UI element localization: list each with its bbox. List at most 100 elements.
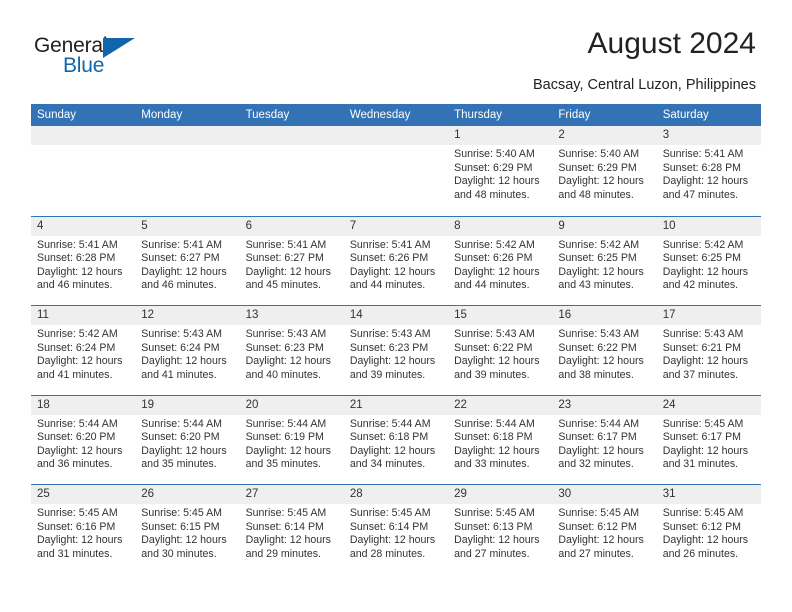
calendar-day-number: 13: [239, 306, 344, 325]
calendar-day-info: Sunrise: 5:44 AM Sunset: 6:17 PM Daylight:…: [552, 415, 656, 472]
calendar-day-info: Sunrise: 5:43 AM Sunset: 6:22 PM Daylight:…: [552, 325, 656, 382]
page-header: General Blue August 2024 Bacsay, Central…: [0, 0, 792, 100]
calendar-day-sunset-line: Sunset: 6:28 PM: [662, 161, 742, 174]
calendar-day-cell[interactable]: 19 Sunrise: 5:44 AM Sunset: 6:20 PM Dayligh…: [135, 395, 240, 485]
calendar-day-sunrise-line: Sunrise: 5:43 AM: [349, 328, 431, 340]
calendar-day-cell[interactable]: 20 Sunrise: 5:44 AM Sunset: 6:19 PM Dayligh…: [239, 395, 344, 485]
calendar-day-sunrise-line: Sunrise: 5:44 AM: [349, 417, 431, 430]
calendar-day-cell[interactable]: 14 Sunrise: 5:43 AM Sunset: 6:23 PM Dayligh…: [343, 306, 449, 395]
calendar-day-sunset-line: Sunset: 6:15 PM: [141, 520, 220, 533]
calendar-day-cell[interactable]: 15 Sunrise: 5:43 AM Sunset: 6:22 PM Dayligh…: [448, 306, 553, 395]
calendar-day-daylight-line: and 27 minutes.: [558, 547, 634, 560]
calendar-day-daylight-line: Daylight: 12 hours: [349, 355, 436, 368]
calendar-day-daylight-line: Daylight: 12 hours: [245, 444, 331, 457]
calendar-day-number: [343, 126, 449, 145]
calendar-day-sunrise-line: Sunrise: 5:42 AM: [558, 238, 640, 251]
calendar-day-number: 2: [552, 126, 657, 145]
calendar-day-daylight-line: and 41 minutes.: [141, 368, 217, 381]
calendar-day-cell[interactable]: 11 Sunrise: 5:42 AM Sunset: 6:24 PM Dayligh…: [31, 306, 136, 395]
calendar-day-daylight-line: Daylight: 12 hours: [349, 444, 436, 457]
calendar-day-daylight-line: and 35 minutes.: [245, 458, 321, 471]
calendar-day-info: Sunrise: 5:42 AM Sunset: 6:25 PM Daylight:…: [657, 236, 761, 293]
calendar-day-info: Sunrise: 5:41 AM Sunset: 6:27 PM Daylight:…: [135, 236, 239, 293]
calendar-day-daylight-line: and 28 minutes.: [349, 547, 426, 560]
calendar-day-cell[interactable]: 23 Sunrise: 5:44 AM Sunset: 6:17 PM Dayligh…: [552, 395, 657, 485]
calendar-day-daylight-line: Daylight: 12 hours: [558, 444, 644, 457]
calendar-day-daylight-line: and 33 minutes.: [454, 458, 530, 471]
calendar-day-number: 17: [656, 306, 761, 325]
weekday-header-sunday: Sunday: [37, 109, 77, 121]
calendar-day-cell[interactable]: 1 Sunrise: 5:40 AM Sunset: 6:29 PM Daylight…: [448, 126, 553, 216]
calendar-day-cell[interactable]: 9 Sunrise: 5:42 AM Sunset: 6:25 PM Daylight…: [552, 216, 657, 306]
calendar-day-cell[interactable]: 30 Sunrise: 5:45 AM Sunset: 6:12 PM Dayligh…: [552, 485, 657, 574]
calendar-day-daylight-line: Daylight: 12 hours: [245, 355, 331, 368]
calendar-day-daylight-line: and 26 minutes.: [662, 547, 739, 560]
calendar-day-cell[interactable]: 5 Sunrise: 5:41 AM Sunset: 6:27 PM Daylight…: [135, 216, 240, 306]
calendar-day-daylight-line: Daylight: 12 hours: [37, 444, 123, 457]
calendar-day-sunrise-line: Sunrise: 5:41 AM: [245, 238, 327, 251]
page-title: August 2024: [587, 27, 756, 60]
calendar-day-number: 23: [552, 395, 657, 415]
calendar-day-cell[interactable]: 4 Sunrise: 5:41 AM Sunset: 6:28 PM Daylight…: [31, 216, 136, 306]
calendar-day-daylight-line: Daylight: 12 hours: [37, 534, 123, 547]
calendar-day-number: 31: [656, 485, 761, 504]
calendar-day-sunset-line: Sunset: 6:27 PM: [141, 252, 220, 265]
calendar-day-daylight-line: Daylight: 12 hours: [558, 355, 644, 368]
calendar-day-cell[interactable]: 21 Sunrise: 5:44 AM Sunset: 6:18 PM Dayligh…: [343, 395, 449, 485]
calendar-day-daylight-line: Daylight: 12 hours: [141, 265, 227, 278]
calendar-day-daylight-line: and 31 minutes.: [662, 458, 739, 471]
calendar-day-sunrise-line: Sunrise: 5:44 AM: [245, 417, 327, 430]
calendar-day-daylight-line: Daylight: 12 hours: [349, 265, 436, 278]
calendar-day-sunset-line: Sunset: 6:17 PM: [662, 431, 742, 444]
calendar-day-cell[interactable]: 25 Sunrise: 5:45 AM Sunset: 6:16 PM Dayligh…: [31, 485, 136, 574]
calendar-day-number: 27: [239, 485, 344, 504]
calendar-day-cell[interactable]: 26 Sunrise: 5:45 AM Sunset: 6:15 PM Dayligh…: [135, 485, 240, 574]
calendar-day-sunrise-line: Sunrise: 5:45 AM: [558, 507, 640, 519]
calendar-day-sunrise-line: Sunrise: 5:45 AM: [662, 417, 744, 430]
calendar-day-cell[interactable]: 7 Sunrise: 5:41 AM Sunset: 6:26 PM Daylight…: [343, 216, 449, 306]
calendar-day-number: 22: [448, 395, 553, 415]
brand-logo[interactable]: General Blue: [34, 34, 154, 82]
calendar-day-info: Sunrise: 5:45 AM Sunset: 6:12 PM Daylight:…: [657, 504, 761, 561]
calendar-day-sunset-line: Sunset: 6:27 PM: [245, 252, 324, 265]
calendar-day-cell[interactable]: 17 Sunrise: 5:43 AM Sunset: 6:21 PM Dayligh…: [656, 306, 761, 395]
calendar-day-info: Sunrise: 5:43 AM Sunset: 6:23 PM Daylight:…: [240, 325, 344, 382]
calendar-day-sunrise-line: Sunrise: 5:44 AM: [454, 417, 535, 430]
calendar-day-daylight-line: and 47 minutes.: [662, 188, 739, 201]
calendar-day-daylight-line: and 36 minutes.: [37, 458, 113, 471]
calendar-day-cell[interactable]: 2 Sunrise: 5:40 AM Sunset: 6:29 PM Daylight…: [552, 126, 657, 216]
calendar-day-cell[interactable]: 16 Sunrise: 5:43 AM Sunset: 6:22 PM Dayligh…: [552, 306, 657, 395]
calendar-day-cell[interactable]: 18 Sunrise: 5:44 AM Sunset: 6:20 PM Dayligh…: [31, 395, 136, 485]
calendar-day-cell[interactable]: 8 Sunrise: 5:42 AM Sunset: 6:26 PM Daylight…: [448, 216, 553, 306]
calendar-day-daylight-line: Daylight: 12 hours: [141, 534, 227, 547]
calendar-day-daylight-line: Daylight: 12 hours: [558, 534, 644, 547]
calendar-day-info: Sunrise: 5:45 AM Sunset: 6:12 PM Daylight:…: [552, 504, 656, 561]
calendar-day-sunrise-line: Sunrise: 5:44 AM: [141, 417, 222, 430]
calendar-day-daylight-line: and 30 minutes.: [141, 547, 217, 560]
calendar-day-sunset-line: Sunset: 6:22 PM: [558, 341, 637, 354]
calendar-day-cell[interactable]: 24 Sunrise: 5:45 AM Sunset: 6:17 PM Dayligh…: [656, 395, 761, 485]
calendar-day-info: Sunrise: 5:45 AM Sunset: 6:15 PM Daylight:…: [135, 504, 239, 561]
calendar-day-daylight-line: Daylight: 12 hours: [558, 265, 644, 278]
calendar-day-info: Sunrise: 5:45 AM Sunset: 6:14 PM Daylight:…: [240, 504, 344, 561]
calendar-day-cell[interactable]: 6 Sunrise: 5:41 AM Sunset: 6:27 PM Daylight…: [239, 216, 344, 306]
calendar-day-cell[interactable]: 3 Sunrise: 5:41 AM Sunset: 6:28 PM Daylight…: [656, 126, 761, 216]
calendar-day-cell[interactable]: 27 Sunrise: 5:45 AM Sunset: 6:14 PM Dayligh…: [239, 485, 344, 574]
calendar-day-number: 18: [31, 395, 136, 415]
calendar-day-info: Sunrise: 5:43 AM Sunset: 6:24 PM Daylight:…: [135, 325, 239, 382]
calendar-day-daylight-line: Daylight: 12 hours: [662, 265, 749, 278]
calendar-day-info: Sunrise: 5:41 AM Sunset: 6:26 PM Daylight:…: [344, 236, 448, 293]
calendar-day-cell[interactable]: 31 Sunrise: 5:45 AM Sunset: 6:12 PM Dayligh…: [656, 485, 761, 574]
calendar-day-cell-empty: [135, 126, 240, 216]
weekday-header-wednesday: Wednesday: [349, 109, 411, 121]
calendar-day-daylight-line: Daylight: 12 hours: [454, 534, 540, 547]
calendar-day-cell[interactable]: 22 Sunrise: 5:44 AM Sunset: 6:18 PM Dayligh…: [448, 395, 553, 485]
calendar-day-daylight-line: and 42 minutes.: [662, 279, 739, 292]
calendar-day-cell[interactable]: 29 Sunrise: 5:45 AM Sunset: 6:13 PM Dayligh…: [448, 485, 553, 574]
calendar-day-info: Sunrise: 5:42 AM Sunset: 6:25 PM Daylight:…: [552, 236, 656, 293]
calendar-day-number: 12: [135, 306, 240, 325]
calendar-day-cell[interactable]: 13 Sunrise: 5:43 AM Sunset: 6:23 PM Dayligh…: [239, 306, 344, 395]
calendar-day-cell[interactable]: 10 Sunrise: 5:42 AM Sunset: 6:25 PM Dayligh…: [656, 216, 761, 306]
calendar-day-cell[interactable]: 28 Sunrise: 5:45 AM Sunset: 6:14 PM Dayligh…: [343, 485, 449, 574]
calendar-day-cell[interactable]: 12 Sunrise: 5:43 AM Sunset: 6:24 PM Dayligh…: [135, 306, 240, 395]
